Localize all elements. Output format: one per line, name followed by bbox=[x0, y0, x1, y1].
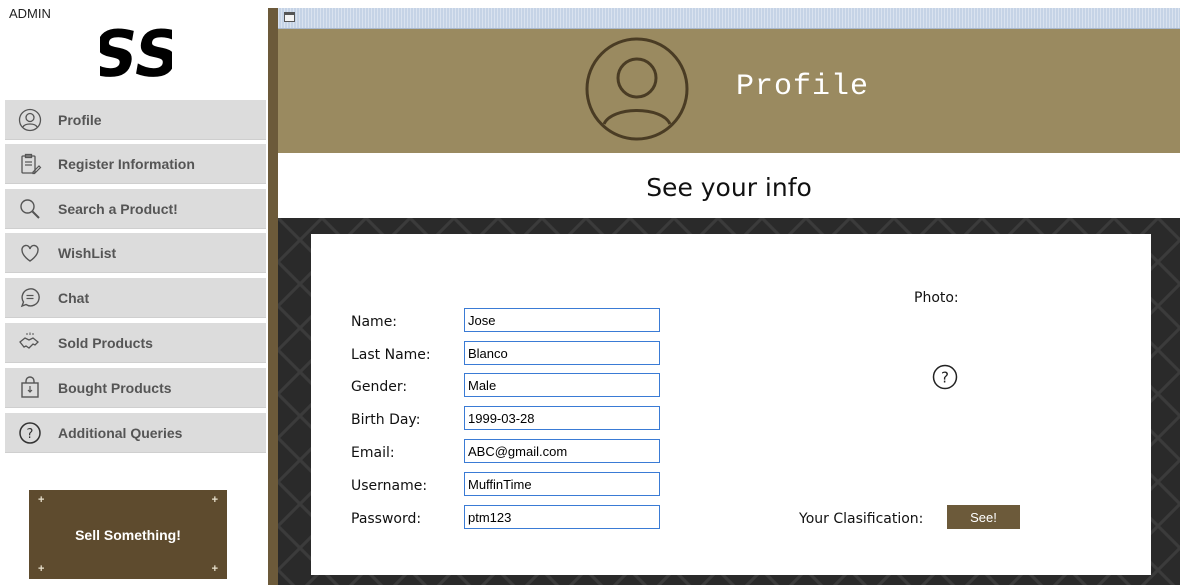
magnifier-icon bbox=[17, 196, 43, 222]
window-titlebar[interactable] bbox=[278, 8, 1180, 29]
heart-icon bbox=[17, 240, 43, 266]
password-field[interactable] bbox=[464, 505, 660, 529]
user-circle-icon bbox=[585, 37, 689, 141]
sidebar-item-label: Profile bbox=[58, 111, 102, 128]
sidebar-item-additional-queries[interactable]: ? Additional Queries bbox=[5, 413, 266, 453]
sidebar-item-label: Chat bbox=[58, 289, 90, 306]
page-title: Profile bbox=[736, 70, 870, 104]
last-name-field[interactable] bbox=[464, 341, 660, 365]
sidebar-item-wishlist[interactable]: WishList bbox=[5, 233, 266, 273]
sidebar-item-label: Additional Queries bbox=[58, 424, 183, 441]
sidebar-item-label: Sold Products bbox=[58, 334, 153, 351]
sidebar-divider bbox=[268, 8, 278, 585]
sidebar-item-register-information[interactable]: Register Information bbox=[5, 144, 266, 184]
shopping-bag-icon bbox=[17, 375, 43, 401]
plus-icon: + bbox=[211, 563, 218, 575]
svg-text:SS: SS bbox=[100, 20, 172, 86]
admin-label: ADMIN bbox=[9, 6, 51, 21]
page-subtitle-bar: See your info bbox=[278, 153, 1180, 218]
sell-something-button[interactable]: + + + + Sell Something! bbox=[29, 490, 227, 579]
plus-icon: + bbox=[211, 494, 218, 506]
classification-label: Your Clasification: bbox=[799, 511, 924, 527]
svg-text:?: ? bbox=[941, 369, 949, 387]
plus-icon: + bbox=[38, 494, 45, 506]
email-field[interactable] bbox=[464, 439, 660, 463]
photo-label: Photo: bbox=[914, 290, 959, 306]
password-label: Password: bbox=[351, 511, 422, 527]
sidebar-item-label: Bought Products bbox=[58, 379, 172, 396]
username-label: Username: bbox=[351, 478, 428, 494]
chat-bubble-icon bbox=[17, 285, 43, 311]
username-field[interactable] bbox=[464, 472, 660, 496]
question-circle-icon[interactable]: ? bbox=[932, 364, 958, 390]
name-field[interactable] bbox=[464, 308, 660, 332]
birth-day-label: Birth Day: bbox=[351, 412, 421, 428]
see-classification-button[interactable]: See! bbox=[947, 505, 1020, 529]
ss-logo-icon: SS bbox=[100, 20, 172, 86]
sidebar-item-label: WishList bbox=[58, 244, 117, 261]
last-name-label: Last Name: bbox=[351, 347, 431, 363]
user-circle-icon bbox=[17, 107, 43, 133]
svg-text:?: ? bbox=[27, 427, 34, 442]
sidebar-item-bought-products[interactable]: Bought Products bbox=[5, 368, 266, 408]
sidebar: ADMIN SS Profile Register Information Se… bbox=[0, 0, 268, 585]
gender-label: Gender: bbox=[351, 379, 408, 395]
profile-card: Name: Last Name: Gender: Birth Day: Emai… bbox=[311, 234, 1151, 575]
page-subtitle: See your info bbox=[646, 173, 812, 202]
name-label: Name: bbox=[351, 314, 398, 330]
plus-icon: + bbox=[38, 563, 45, 575]
handshake-icon bbox=[17, 330, 43, 356]
email-label: Email: bbox=[351, 445, 395, 461]
profile-header: Profile bbox=[278, 29, 1180, 153]
clipboard-edit-icon bbox=[17, 151, 43, 177]
sidebar-item-label: Search a Product! bbox=[58, 200, 178, 217]
gender-field[interactable] bbox=[464, 373, 660, 397]
question-circle-icon: ? bbox=[17, 420, 43, 446]
sidebar-item-chat[interactable]: Chat bbox=[5, 278, 266, 318]
sidebar-item-profile[interactable]: Profile bbox=[5, 100, 266, 140]
sidebar-item-label: Register Information bbox=[58, 155, 195, 172]
birth-day-field[interactable] bbox=[464, 406, 660, 430]
sidebar-item-sold-products[interactable]: Sold Products bbox=[5, 323, 266, 363]
sidebar-item-search-product[interactable]: Search a Product! bbox=[5, 189, 266, 229]
window-icon[interactable] bbox=[284, 12, 295, 22]
sell-button-label: Sell Something! bbox=[75, 526, 181, 543]
